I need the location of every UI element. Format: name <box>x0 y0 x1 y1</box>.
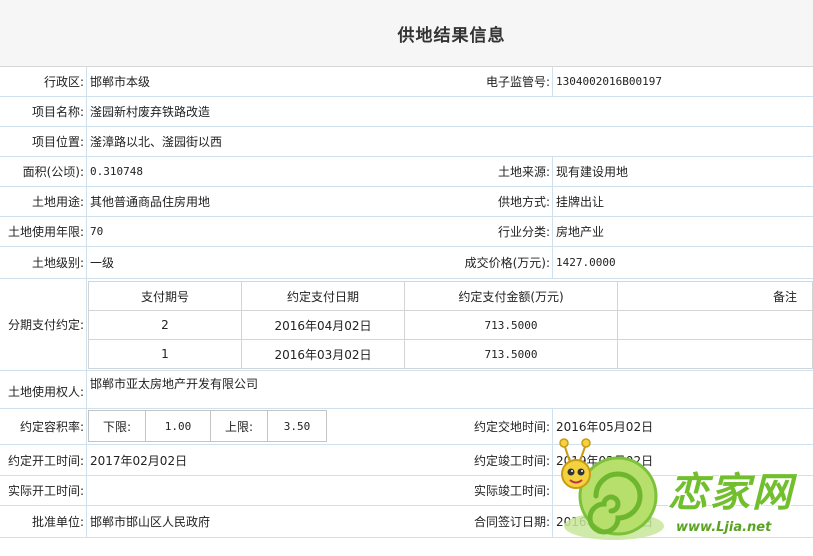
agreed-start-label: 约定开工时间: <box>0 445 87 475</box>
row-area: 面积(公顷): 0.310748 土地来源: 现有建设用地 <box>0 157 813 187</box>
actual-start-label: 实际开工时间: <box>0 476 87 505</box>
land-user-label: 土地使用权人: <box>0 371 87 408</box>
row-land-user: 土地使用权人: 邯郸市亚太房地产开发有限公司 <box>0 371 813 409</box>
actual-completion-label: 实际竣工时间: <box>455 476 553 505</box>
installment-table: 支付期号 约定支付日期 约定支付金额(万元) 备注 2 2016年04月02日 … <box>88 281 813 369</box>
row-district: 行政区: 邯郸市本级 电子监管号: 1304002016B00197 <box>0 67 813 97</box>
row-approval: 批准单位: 邯郸市邯山区人民政府 合同签订日期: 2016年02月02日 <box>0 506 813 538</box>
land-source-label: 土地来源: <box>455 157 553 186</box>
header: 供地结果信息 <box>0 0 813 67</box>
row-note <box>617 310 813 340</box>
row-land-grade: 土地级别: 一级 成交价格(万元): 1427.0000 <box>0 247 813 279</box>
plot-upper-value: 3.50 <box>267 410 327 442</box>
use-term-label: 土地使用年限: <box>0 217 87 246</box>
plot-ratio-label: 约定容积率: <box>0 409 87 444</box>
row-agreed-start: 约定开工时间: 2017年02月02日 约定竣工时间: 2019年02月02日 <box>0 445 813 476</box>
row-note <box>617 339 813 369</box>
area-value: 0.310748 <box>90 165 143 178</box>
approval-unit-value: 邯郸市邯山区人民政府 <box>90 515 211 529</box>
page-title: 供地结果信息 <box>397 25 506 46</box>
handover-time-value: 2016年05月02日 <box>556 420 654 434</box>
row-date: 2016年04月02日 <box>241 310 405 340</box>
row-actual-start: 实际开工时间: 实际竣工时间: <box>0 476 813 506</box>
project-location-value: 滏漳路以北、滏园街以西 <box>90 135 223 149</box>
row-period: 1 <box>88 339 242 369</box>
row-use-term: 土地使用年限: 70 行业分类: 房地产业 <box>0 217 813 247</box>
supply-method-value: 挂牌出让 <box>556 195 605 209</box>
row-project-name: 项目名称: 滏园新村废弃铁路改造 <box>0 97 813 127</box>
contract-date-value: 2016年02月02日 <box>556 515 654 529</box>
land-user-value: 邯郸市亚太房地产开发有限公司 <box>90 377 259 391</box>
table-row: 1 2016年03月02日 713.5000 <box>88 339 813 369</box>
industry-label: 行业分类: <box>455 217 553 246</box>
row-date: 2016年03月02日 <box>241 339 405 369</box>
header-note: 备注 <box>617 281 813 311</box>
agreed-completion-value: 2019年02月02日 <box>556 453 654 468</box>
plot-upper-label: 上限: <box>210 410 268 442</box>
district-label: 行政区: <box>0 67 87 96</box>
approval-unit-label: 批准单位: <box>0 506 87 537</box>
header-period: 支付期号 <box>88 281 242 311</box>
table-row: 2 2016年04月02日 713.5000 <box>88 310 813 340</box>
header-date: 约定支付日期 <box>241 281 405 311</box>
project-name-label: 项目名称: <box>0 97 87 126</box>
plot-lower-label: 下限: <box>88 410 146 442</box>
agreed-start-value: 2017年02月02日 <box>90 453 188 468</box>
supply-method-label: 供地方式: <box>455 187 553 216</box>
project-location-label: 项目位置: <box>0 127 87 156</box>
supervision-no-label: 电子监管号: <box>455 67 553 96</box>
row-installments: 分期支付约定: 支付期号 约定支付日期 约定支付金额(万元) 备注 2 2016… <box>0 279 813 371</box>
plot-ratio-table: 下限: 1.00 上限: 3.50 <box>88 410 327 442</box>
row-project-location: 项目位置: 滏漳路以北、滏园街以西 <box>0 127 813 157</box>
row-plot-ratio: 约定容积率: 下限: 1.00 上限: 3.50 约定交地时间: 2016年05… <box>0 409 813 445</box>
installment-header-row: 支付期号 约定支付日期 约定支付金额(万元) 备注 <box>88 281 813 311</box>
installments-label: 分期支付约定: <box>0 279 87 370</box>
project-name-value: 滏园新村废弃铁路改造 <box>90 105 211 119</box>
land-source-value: 现有建设用地 <box>556 165 629 179</box>
row-amount: 713.5000 <box>404 310 618 340</box>
land-use-label: 土地用途: <box>0 187 87 216</box>
supervision-no-value: 1304002016B00197 <box>556 75 662 88</box>
land-use-value: 其他普通商品住房用地 <box>90 195 211 209</box>
land-grade-value: 一级 <box>90 256 115 270</box>
plot-lower-value: 1.00 <box>145 410 211 442</box>
row-land-use: 土地用途: 其他普通商品住房用地 供地方式: 挂牌出让 <box>0 187 813 217</box>
agreed-completion-label: 约定竣工时间: <box>455 445 553 475</box>
area-label: 面积(公顷): <box>0 157 87 186</box>
district-value: 邯郸市本级 <box>90 75 151 89</box>
row-amount: 713.5000 <box>404 339 618 369</box>
land-grade-label: 土地级别: <box>0 247 87 278</box>
header-amount: 约定支付金额(万元) <box>404 281 618 311</box>
deal-price-label: 成交价格(万元): <box>455 247 553 278</box>
deal-price-value: 1427.0000 <box>556 256 616 269</box>
handover-time-label: 约定交地时间: <box>455 409 553 444</box>
industry-value: 房地产业 <box>556 225 605 239</box>
row-period: 2 <box>88 310 242 340</box>
contract-date-label: 合同签订日期: <box>455 506 553 537</box>
use-term-value: 70 <box>90 225 104 238</box>
